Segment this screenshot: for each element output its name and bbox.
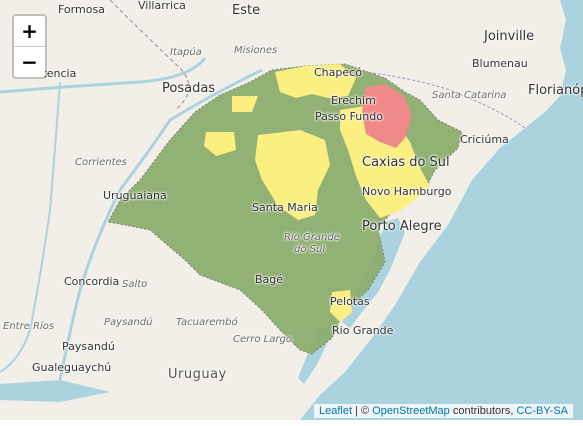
- license-link[interactable]: CC-BY-SA: [516, 405, 568, 417]
- label-paysandu: Paysandú: [62, 340, 115, 353]
- label-corrientes: Corrientes: [75, 157, 127, 168]
- attribution-contributors: contributors,: [449, 405, 517, 417]
- label-este: Este: [232, 3, 261, 18]
- zoom-control: + −: [12, 14, 47, 79]
- label-pelotas: Pelotas: [330, 295, 370, 308]
- label-entre-rios: Entre Ríos: [3, 321, 55, 332]
- label-erechim: Erechim: [331, 94, 376, 107]
- map[interactable]: Formosa Villarrica Este Itapúa Misiones …: [0, 0, 583, 420]
- label-cerro-largo: Cerro Largo: [233, 334, 292, 345]
- label-criciuma: Criciúma: [460, 133, 509, 146]
- label-blumenau: Blumenau: [472, 57, 528, 70]
- label-porto-alegre: Porto Alegre: [362, 219, 442, 234]
- label-novo-hamburgo: Novo Hamburgo: [362, 185, 452, 198]
- label-santa-maria: Santa Maria: [252, 201, 318, 214]
- zoom-in-button[interactable]: +: [14, 16, 45, 46]
- label-uruguaiana: Uruguaiana: [103, 189, 167, 202]
- label-itapua: Itapúa: [170, 47, 202, 58]
- label-villarrica: Villarrica: [138, 0, 186, 12]
- label-uruguay: Uruguay: [168, 367, 227, 382]
- label-bage: Bagé: [255, 273, 284, 286]
- label-santa-catarina: Santa Catarina: [432, 90, 507, 101]
- label-rio-grande-do-sul-1: Rio Grande: [284, 232, 340, 243]
- label-chapeco: Chapecó: [314, 66, 362, 79]
- label-rio-grande-do-sul-2: do Sul: [294, 244, 326, 255]
- label-misiones: Misiones: [234, 45, 278, 56]
- label-concordia: Concordia: [64, 275, 120, 288]
- river-plata: [0, 380, 110, 402]
- osm-link[interactable]: OpenStreetMap: [372, 405, 450, 417]
- attribution: Leaflet | © OpenStreetMap contributors, …: [313, 404, 573, 418]
- label-rio-grande: Rio Grande: [332, 324, 394, 337]
- label-formosa: Formosa: [58, 3, 105, 16]
- label-tacuarembo: Tacuarembó: [176, 317, 238, 328]
- label-paysandu-dept: Paysandú: [104, 317, 153, 328]
- label-salto: Salto: [122, 279, 148, 290]
- label-joinville: Joinville: [484, 29, 535, 44]
- attribution-separator: | ©: [352, 405, 373, 417]
- label-gualeguaychu: Gualeguaychú: [32, 361, 112, 374]
- label-passo-fundo: Passo Fundo: [315, 110, 383, 123]
- label-posadas: Posadas: [162, 81, 216, 96]
- label-caxias: Caxias do Sul: [362, 155, 450, 170]
- zoom-out-button[interactable]: −: [14, 46, 45, 77]
- label-florianopolis: Florianóp: [528, 83, 583, 98]
- leaflet-link[interactable]: Leaflet: [319, 405, 352, 417]
